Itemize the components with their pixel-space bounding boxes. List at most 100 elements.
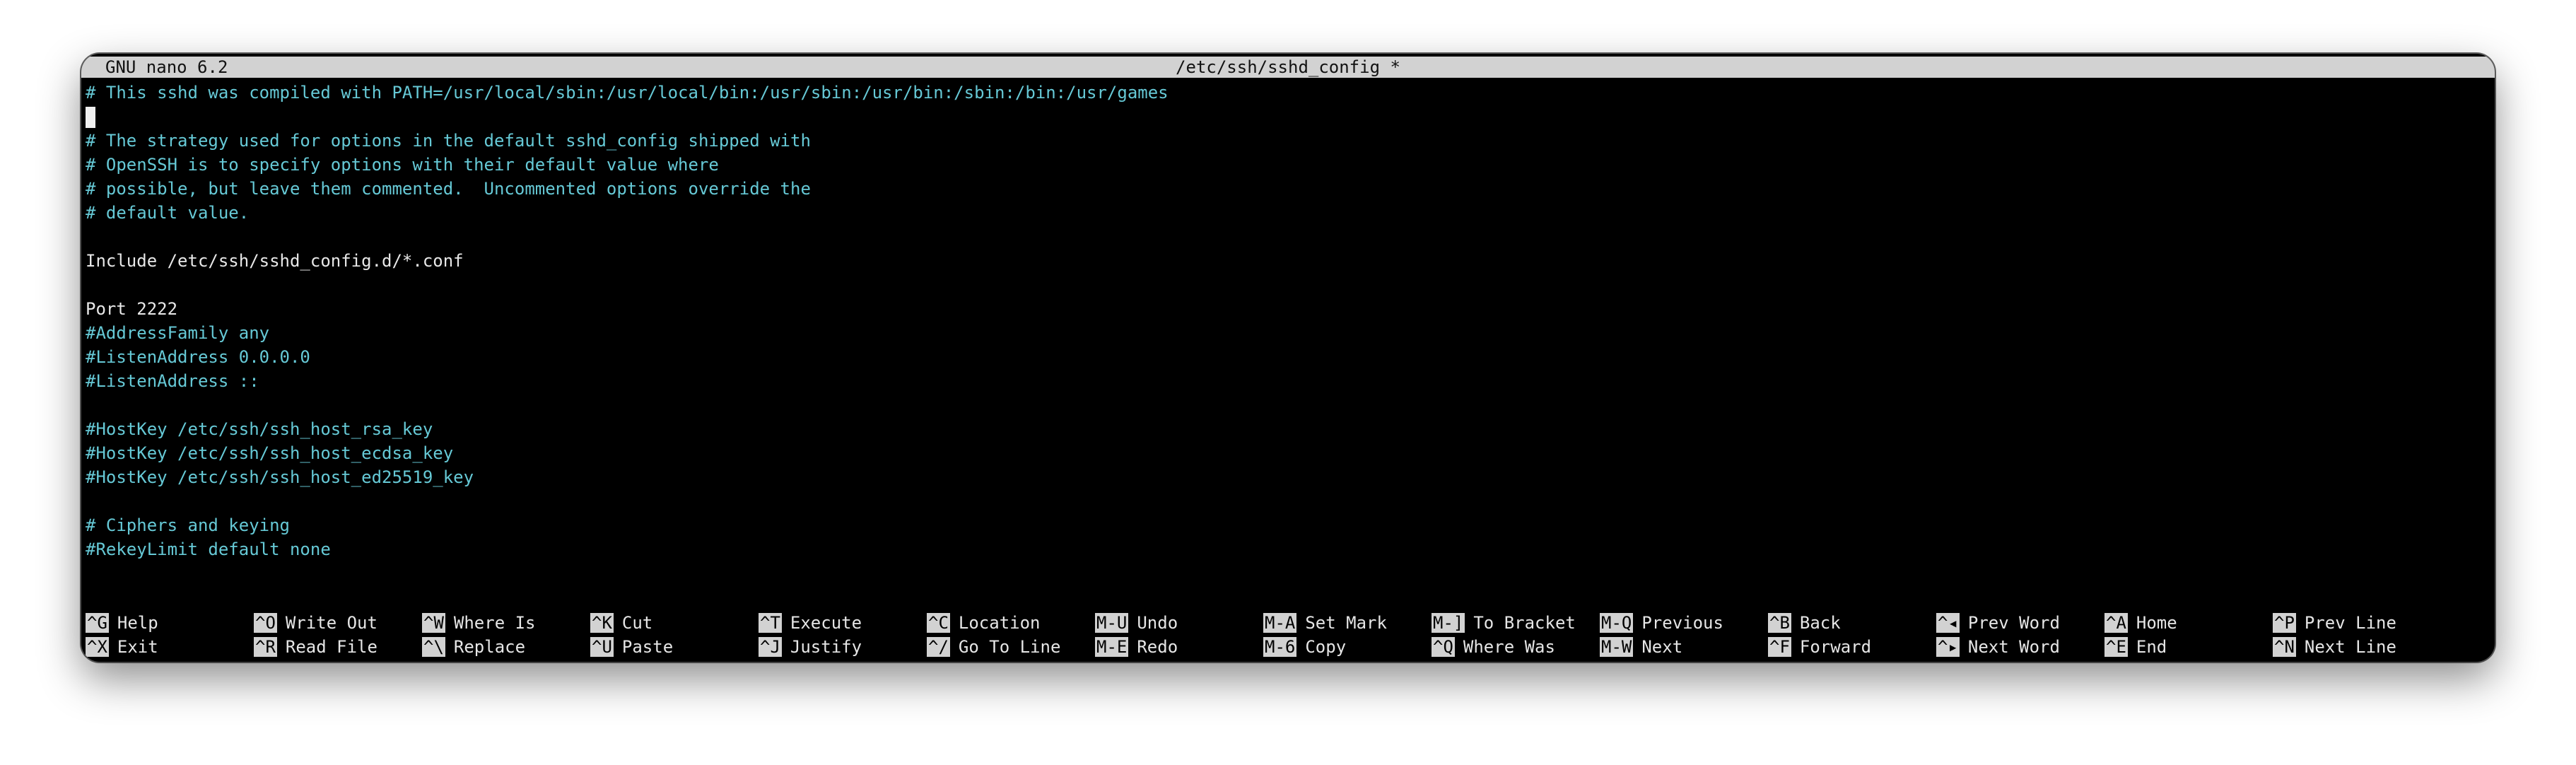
shortcut-row: ^X Exit ^R Read File ^\ Replace ^U Paste ^J Justi… xyxy=(86,635,2490,659)
terminal-window: GNU nano 6.2 /etc/ssh/sshd_config * # Th… xyxy=(81,54,2495,662)
editor-line[interactable]: #ListenAddress 0.0.0.0 xyxy=(86,345,2490,369)
editor-line[interactable]: #HostKey /etc/ssh/ssh_host_ecdsa_key xyxy=(86,441,2490,465)
shortcut-key: M-U xyxy=(1095,613,1129,633)
editor-line[interactable] xyxy=(86,273,2490,297)
editor-line[interactable]: # The strategy used for options in the d… xyxy=(86,129,2490,153)
shortcut-paste[interactable]: ^U Paste xyxy=(590,635,673,659)
editor-line[interactable]: Port 2222 xyxy=(86,297,2490,321)
shortcut-label: Execute xyxy=(790,613,862,633)
shortcut-key: M-A xyxy=(1263,613,1297,633)
editor-line[interactable]: #ListenAddress :: xyxy=(86,369,2490,393)
shortcut-key: ^E xyxy=(2104,637,2128,657)
shortcut-key: ^N xyxy=(2273,637,2296,657)
shortcut-key: ^A xyxy=(2104,613,2128,633)
shortcut-key: ^/ xyxy=(927,637,950,657)
shortcut-key: ^◂ xyxy=(1936,613,1960,633)
shortcut-key: ^R xyxy=(254,637,277,657)
shortcut-label: Next Word xyxy=(1967,637,2060,657)
shortcut-forward[interactable]: ^F Forward xyxy=(1768,635,1871,659)
shortcut-prev-word[interactable]: ^◂ Prev Word xyxy=(1936,611,2060,635)
shortcut-end[interactable]: ^E End xyxy=(2104,635,2167,659)
shortcut-where-is[interactable]: ^W Where Is xyxy=(422,611,536,635)
nano-titlebar: GNU nano 6.2 /etc/ssh/sshd_config * xyxy=(81,57,2495,78)
shortcut-key: ^K xyxy=(590,613,614,633)
editor-line[interactable] xyxy=(86,393,2490,417)
shortcut-label: Go To Line xyxy=(958,637,1061,657)
shortcut-previous[interactable]: M-Q Previous xyxy=(1600,611,1723,635)
shortcut-next[interactable]: M-W Next xyxy=(1600,635,1682,659)
shortcut-next-line[interactable]: ^N Next Line xyxy=(2273,635,2396,659)
editor-line[interactable] xyxy=(86,225,2490,249)
shortcut-home[interactable]: ^A Home xyxy=(2104,611,2177,635)
shortcut-label: Undo xyxy=(1137,613,1178,633)
shortcut-label: Copy xyxy=(1305,637,1347,657)
shortcut-label: Help xyxy=(117,613,158,633)
shortcut-prev-line[interactable]: ^P Prev Line xyxy=(2273,611,2396,635)
shortcut-label: Previous xyxy=(1641,613,1723,633)
shortcut-label: Redo xyxy=(1137,637,1178,657)
shortcut-undo[interactable]: M-U Undo xyxy=(1095,611,1178,635)
shortcut-label: Where Is xyxy=(453,613,536,633)
shortcut-label: Home xyxy=(2136,613,2177,633)
shortcut-key: ^P xyxy=(2273,613,2296,633)
shortcut-key: ^G xyxy=(86,613,109,633)
editor-line[interactable]: # This sshd was compiled with PATH=/usr/… xyxy=(86,81,2490,105)
shortcut-label: Back xyxy=(1799,613,1841,633)
editor-line[interactable]: #HostKey /etc/ssh/ssh_host_rsa_key xyxy=(86,417,2490,441)
shortcut-label: Justify xyxy=(790,637,862,657)
editor-area[interactable]: # This sshd was compiled with PATH=/usr/… xyxy=(86,81,2490,561)
shortcut-read-file[interactable]: ^R Read File xyxy=(254,635,377,659)
shortcut-help[interactable]: ^G Help xyxy=(86,611,158,635)
shortcut-set-mark[interactable]: M-A Set Mark xyxy=(1263,611,1387,635)
editor-line[interactable]: # possible, but leave them commented. Un… xyxy=(86,177,2490,201)
shortcut-key: ^F xyxy=(1768,637,1791,657)
shortcut-key: ^W xyxy=(422,613,445,633)
editor-line[interactable]: # OpenSSH is to specify options with the… xyxy=(86,153,2490,177)
shortcut-label: Prev Word xyxy=(1967,613,2060,633)
editor-line[interactable]: #HostKey /etc/ssh/ssh_host_ed25519_key xyxy=(86,465,2490,489)
shortcut-key: ^▸ xyxy=(1936,637,1960,657)
shortcut-location[interactable]: ^C Location xyxy=(927,611,1041,635)
shortcut-label: Next xyxy=(1641,637,1683,657)
shortcut-write-out[interactable]: ^O Write Out xyxy=(254,611,377,635)
shortcut-label: Set Mark xyxy=(1305,613,1387,633)
shortcut-key: M-] xyxy=(1432,613,1465,633)
editor-line[interactable]: Include /etc/ssh/sshd_config.d/*.conf xyxy=(86,249,2490,273)
shortcut-exit[interactable]: ^X Exit xyxy=(86,635,158,659)
shortcut-label: Forward xyxy=(1799,637,1872,657)
shortcut-label: Replace xyxy=(453,637,526,657)
shortcut-key: ^J xyxy=(759,637,782,657)
shortcut-execute[interactable]: ^T Execute xyxy=(759,611,862,635)
editor-line[interactable]: #RekeyLimit default none xyxy=(86,537,2490,561)
shortcut-key: ^\ xyxy=(422,637,445,657)
cursor-line[interactable] xyxy=(86,105,2490,129)
shortcut-redo[interactable]: M-E Redo xyxy=(1095,635,1178,659)
shortcut-cut[interactable]: ^K Cut xyxy=(590,611,652,635)
shortcut-label: Exit xyxy=(117,637,158,657)
shortcut-label: Where Was xyxy=(1463,637,1555,657)
shortcut-back[interactable]: ^B Back xyxy=(1768,611,1841,635)
shortcut-replace[interactable]: ^\ Replace xyxy=(422,635,525,659)
editor-line[interactable] xyxy=(86,489,2490,513)
shortcut-label: Read File xyxy=(285,637,377,657)
editor-line[interactable]: # default value. xyxy=(86,201,2490,225)
shortcut-where-was[interactable]: ^Q Where Was xyxy=(1432,635,1555,659)
shortcut-copy[interactable]: M-6 Copy xyxy=(1263,635,1346,659)
shortcut-row: ^G Help ^O Write Out ^W Where Is ^K Cut ^T Execut… xyxy=(86,611,2490,635)
editor-line[interactable]: # Ciphers and keying xyxy=(86,513,2490,537)
editor-line[interactable]: #AddressFamily any xyxy=(86,321,2490,345)
shortcut-label: Next Line xyxy=(2304,637,2396,657)
shortcut-key: ^O xyxy=(254,613,277,633)
text-cursor xyxy=(86,107,95,128)
shortcut-label: Location xyxy=(958,613,1041,633)
shortcut-key: M-6 xyxy=(1263,637,1297,657)
shortcut-go-to-line[interactable]: ^/ Go To Line xyxy=(927,635,1060,659)
shortcut-justify[interactable]: ^J Justify xyxy=(759,635,862,659)
shortcut-next-word[interactable]: ^▸ Next Word xyxy=(1936,635,2060,659)
shortcut-key: M-E xyxy=(1095,637,1129,657)
shortcut-key: ^C xyxy=(927,613,950,633)
shortcut-to-bracket[interactable]: M-] To Bracket xyxy=(1432,611,1576,635)
shortcut-label: Cut xyxy=(621,613,653,633)
shortcut-label: To Bracket xyxy=(1473,613,1576,633)
shortcut-label: Paste xyxy=(621,637,674,657)
